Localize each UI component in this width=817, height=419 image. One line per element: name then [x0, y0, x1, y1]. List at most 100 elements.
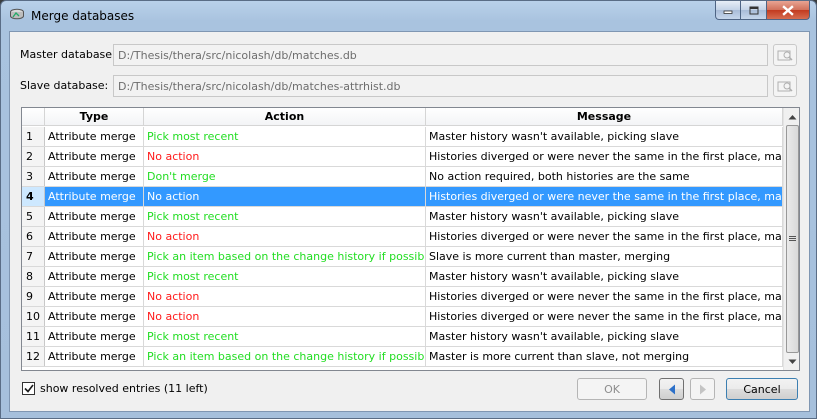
show-resolved-checkbox[interactable]	[22, 382, 35, 395]
master-browse-button	[773, 44, 797, 66]
cancel-button[interactable]: Cancel	[726, 378, 798, 400]
action-cell[interactable]: No action	[144, 307, 426, 326]
vertical-scrollbar[interactable]	[783, 108, 799, 370]
window-title: Merge databases	[31, 9, 135, 23]
table-rows: 1 Attribute merge Pick most recent Master h…	[22, 127, 783, 367]
header-type[interactable]: Type	[45, 108, 144, 126]
scroll-down-arrow[interactable]	[784, 353, 799, 370]
row-number[interactable]: 1	[22, 127, 45, 146]
table-row[interactable]: 1 Attribute merge Pick most recent Master h…	[22, 127, 783, 147]
message-cell[interactable]: Histories diverged or were never the sam…	[426, 307, 783, 326]
browse-folder-icon	[777, 81, 793, 92]
minimize-icon	[723, 10, 733, 14]
row-number[interactable]: 6	[22, 227, 45, 246]
arrow-down-icon	[788, 359, 797, 364]
type-cell[interactable]: Attribute merge	[45, 127, 144, 146]
message-cell[interactable]: Master history wasn't available, picking…	[426, 207, 783, 226]
table-row[interactable]: 6 Attribute merge No action Histories diver…	[22, 227, 783, 247]
database-merge-icon	[9, 8, 25, 22]
header-message[interactable]: Message	[426, 108, 783, 126]
close-icon	[782, 4, 794, 16]
row-number[interactable]: 4	[22, 187, 45, 206]
grip-icon	[789, 236, 796, 241]
table-row[interactable]: 7 Attribute merge Pick an item based on th…	[22, 247, 783, 267]
type-cell[interactable]: Attribute merge	[45, 167, 144, 186]
show-resolved-label[interactable]: show resolved entries (11 left)	[40, 382, 208, 395]
message-cell[interactable]: Histories diverged or were never the sam…	[426, 287, 783, 306]
dialog-body: Master database: D:/Thesis/thera/src/nic…	[9, 31, 810, 412]
slave-browse-button	[773, 75, 797, 97]
table-header: Type Action Message	[22, 108, 783, 126]
header-action[interactable]: Action	[144, 108, 426, 126]
minimize-button[interactable]	[715, 1, 741, 20]
action-cell[interactable]: Pick an item based on the change history…	[144, 247, 426, 266]
message-cell[interactable]: Histories diverged or were never the sam…	[426, 227, 783, 246]
master-database-field: D:/Thesis/thera/src/nicolash/db/matches.…	[113, 44, 768, 66]
merge-databases-window: Merge databases Master database: D:/Thes…	[0, 0, 817, 419]
table-row[interactable]: 8 Attribute merge Pick most recent Master h…	[22, 267, 783, 287]
message-cell[interactable]: Master history wasn't available, picking…	[426, 267, 783, 286]
row-number[interactable]: 8	[22, 267, 45, 286]
row-number[interactable]: 2	[22, 147, 45, 166]
action-cell[interactable]: No action	[144, 147, 426, 166]
action-cell[interactable]: Pick an item based on the change history…	[144, 347, 426, 366]
table-row[interactable]: 2 Attribute merge No action Histories diver…	[22, 147, 783, 167]
next-button[interactable]	[690, 378, 715, 400]
table-row[interactable]: 10 Attribute merge No action Histories dive…	[22, 307, 783, 327]
row-number[interactable]: 9	[22, 287, 45, 306]
table-row[interactable]: 3 Attribute merge Don't merge No action req…	[22, 167, 783, 187]
table-row[interactable]: 11 Attribute merge Pick most recent Master …	[22, 327, 783, 347]
row-number[interactable]: 12	[22, 347, 45, 366]
type-cell[interactable]: Attribute merge	[45, 267, 144, 286]
type-cell[interactable]: Attribute merge	[45, 207, 144, 226]
close-button[interactable]	[767, 1, 810, 20]
row-number[interactable]: 11	[22, 327, 45, 346]
table-row[interactable]: 12 Attribute merge Pick an item based on t…	[22, 347, 783, 367]
action-cell[interactable]: Pick most recent	[144, 267, 426, 286]
maximize-button[interactable]	[741, 1, 767, 20]
type-cell[interactable]: Attribute merge	[45, 287, 144, 306]
action-cell[interactable]: No action	[144, 287, 426, 306]
header-corner[interactable]	[22, 108, 45, 126]
type-cell[interactable]: Attribute merge	[45, 187, 144, 206]
maximize-icon	[749, 6, 758, 14]
ok-button[interactable]: OK	[577, 378, 647, 400]
type-cell[interactable]: Attribute merge	[45, 247, 144, 266]
row-number[interactable]: 5	[22, 207, 45, 226]
merge-entries-table[interactable]: Type Action Message 1 Attribute merge Pick…	[21, 107, 800, 371]
row-number[interactable]: 10	[22, 307, 45, 326]
slave-database-label: Slave database:	[20, 79, 109, 92]
table-row[interactable]: 4 Attribute merge No action Histories diver…	[22, 187, 783, 207]
type-cell[interactable]: Attribute merge	[45, 347, 144, 366]
action-cell[interactable]: No action	[144, 227, 426, 246]
action-cell[interactable]: No action	[144, 187, 426, 206]
checkmark-icon	[23, 384, 34, 393]
type-cell[interactable]: Attribute merge	[45, 327, 144, 346]
message-cell[interactable]: Master history wasn't available, picking…	[426, 327, 783, 346]
row-number[interactable]: 7	[22, 247, 45, 266]
previous-button[interactable]	[659, 378, 684, 400]
type-cell[interactable]: Attribute merge	[45, 227, 144, 246]
arrow-up-icon	[788, 114, 797, 119]
message-cell[interactable]: Master history wasn't available, picking…	[426, 127, 783, 146]
message-cell[interactable]: Slave is more current than master, mergi…	[426, 247, 783, 266]
master-database-label: Master database:	[20, 48, 116, 61]
row-number[interactable]: 3	[22, 167, 45, 186]
table-row[interactable]: 9 Attribute merge No action Histories diver…	[22, 287, 783, 307]
type-cell[interactable]: Attribute merge	[45, 147, 144, 166]
message-cell[interactable]: Histories diverged or were never the sam…	[426, 187, 783, 206]
slave-database-field: D:/Thesis/thera/src/nicolash/db/matches-…	[113, 75, 768, 97]
arrow-right-icon	[699, 384, 706, 394]
message-cell[interactable]: Histories diverged or were never the sam…	[426, 147, 783, 166]
type-cell[interactable]: Attribute merge	[45, 307, 144, 326]
action-cell[interactable]: Pick most recent	[144, 327, 426, 346]
table-row[interactable]: 5 Attribute merge Pick most recent Master h…	[22, 207, 783, 227]
scroll-thumb[interactable]	[786, 125, 799, 353]
scroll-up-arrow[interactable]	[784, 108, 799, 125]
action-cell[interactable]: Pick most recent	[144, 127, 426, 146]
message-cell[interactable]: Master is more current than slave, not m…	[426, 347, 783, 366]
action-cell[interactable]: Pick most recent	[144, 207, 426, 226]
message-cell[interactable]: No action required, both histories are t…	[426, 167, 783, 186]
title-bar[interactable]: Merge databases	[1, 1, 816, 31]
action-cell[interactable]: Don't merge	[144, 167, 426, 186]
